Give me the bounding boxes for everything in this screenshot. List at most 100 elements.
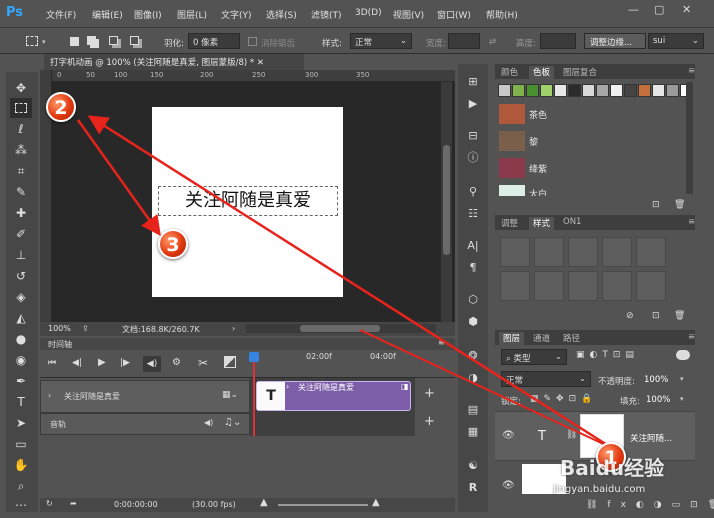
next-frame-icon[interactable]: |▶ (120, 358, 130, 368)
style-preset[interactable] (568, 237, 598, 267)
canvas-text-layer[interactable]: 关注阿随是真爱 (158, 186, 338, 216)
tab-adjustments[interactable]: 调整 (501, 217, 518, 229)
layer-comps-icon[interactable]: ▤ (462, 400, 484, 420)
marquee-preset-icon[interactable] (26, 36, 38, 46)
clip-chevron-icon[interactable]: › (286, 382, 289, 391)
feather-input[interactable]: 0 像素 (188, 33, 240, 49)
clear-style-icon[interactable]: ⊘ (626, 311, 634, 321)
visibility-eye-icon[interactable]: 👁 (502, 430, 515, 441)
brush-preset-icon[interactable]: ⚲ (462, 182, 484, 202)
actions-panel-icon[interactable]: ▶ (462, 94, 484, 114)
expand-chevron-icon[interactable]: › (48, 391, 51, 400)
timeline-audio-row[interactable] (40, 413, 250, 435)
swatch[interactable] (624, 84, 637, 97)
menu-layer[interactable]: 图层(L) (177, 8, 207, 21)
swatch[interactable] (666, 84, 679, 97)
workspace-select[interactable]: sui ⌄ (648, 33, 704, 49)
3d-panel-icon[interactable]: ⬡ (462, 290, 484, 310)
panel-menu-icon[interactable]: ≡ (688, 332, 695, 342)
trash-icon[interactable]: 🗑 (674, 200, 685, 210)
tab-paths[interactable]: 路径 (563, 332, 580, 344)
swatch[interactable] (540, 84, 553, 97)
eraser-tool-icon[interactable]: ◈ (10, 287, 32, 307)
trash-icon[interactable]: 🗑 (674, 311, 685, 321)
transition-icon[interactable] (224, 356, 236, 368)
close-window-icon[interactable]: ✕ (682, 3, 691, 16)
timeline-panel-icon[interactable]: ◑ (462, 368, 484, 388)
crop-tool-icon[interactable]: ⌗ (10, 161, 32, 181)
chevron-down-icon[interactable]: ▾ (42, 38, 46, 46)
export-icon[interactable]: ⇪ (82, 324, 89, 333)
rectangle-tool-icon[interactable]: ▭ (10, 434, 32, 454)
split-scissors-icon[interactable]: ✂ (198, 356, 208, 370)
plugin-r-icon[interactable]: R (462, 478, 484, 498)
swatch[interactable] (582, 84, 595, 97)
chevron-down-icon[interactable]: ▾ (680, 375, 684, 383)
prev-frame-icon[interactable]: ◀| (72, 358, 82, 368)
swatch[interactable] (652, 84, 665, 97)
layer-filter-select[interactable]: ⌕ 类型 ⌄ (501, 349, 567, 365)
lasso-tool-icon[interactable]: ℓ (10, 119, 32, 139)
panel-menu-icon[interactable]: ≡ (688, 66, 695, 76)
style-preset[interactable] (568, 271, 598, 301)
width-input[interactable] (448, 33, 480, 49)
pen-tool-icon[interactable]: ✒ (10, 371, 32, 391)
zoom-level[interactable]: 100% (48, 324, 71, 333)
new-selection-icon[interactable] (70, 37, 79, 46)
eyedropper-tool-icon[interactable]: ✎ (10, 182, 32, 202)
swatches-scrollbar[interactable] (686, 82, 693, 194)
swap-icon[interactable]: ⇄ (489, 37, 496, 47)
loop-icon[interactable]: ↻ (46, 499, 53, 508)
tab-styles[interactable]: 样式 (529, 217, 555, 230)
document-tab[interactable]: 打字机动画 @ 100% (关注阿随是真爱, 图层蒙版/8) * ✕ (44, 54, 304, 70)
antialias-checkbox[interactable] (248, 37, 257, 46)
dodge-tool-icon[interactable]: ◉ (10, 350, 32, 370)
clip-menu-icon[interactable]: ◨ (401, 382, 409, 391)
horizontal-scrollbar-thumb[interactable] (300, 325, 380, 332)
clone-source-icon[interactable]: ❂ (462, 346, 484, 366)
menu-select[interactable]: 选择(S) (266, 8, 297, 21)
scrollbar-thumb[interactable] (443, 145, 450, 255)
magic-wand-tool-icon[interactable]: ⁂ (10, 140, 32, 160)
minimize-icon[interactable]: — (628, 3, 639, 16)
swatch-row[interactable]: 茶色 (497, 103, 693, 125)
style-preset[interactable] (602, 271, 632, 301)
zoom-in-icon[interactable]: ▲ (372, 497, 380, 508)
timeline-zoom-slider[interactable] (278, 504, 368, 506)
add-audio-icon[interactable]: + (424, 414, 435, 429)
tab-swatches[interactable]: 色板 (529, 66, 555, 79)
tab-layers[interactable]: 图层 (499, 332, 525, 345)
panel-menu-icon[interactable]: ≡ (438, 338, 445, 347)
add-selection-icon[interactable] (87, 36, 96, 45)
opacity-value[interactable]: 100% (644, 375, 668, 385)
audio-toggle-icon[interactable]: ◀) (143, 356, 161, 372)
menu-window[interactable]: 窗口(W) (437, 8, 471, 21)
playhead-handle[interactable] (249, 352, 259, 362)
style-preset[interactable] (534, 237, 564, 267)
style-preset[interactable] (500, 271, 530, 301)
style-preset[interactable] (636, 271, 666, 301)
glyphs-panel-icon[interactable]: ☯ (462, 456, 484, 476)
layer-filter-icons[interactable]: ▣◐T⊡▤ (576, 350, 639, 360)
more-tools-icon[interactable]: ⋯ (10, 495, 32, 515)
swatch[interactable] (596, 84, 609, 97)
navigator-icon[interactable]: ▦ (462, 422, 484, 442)
new-swatch-icon[interactable]: ⊡ (652, 200, 660, 210)
style-select[interactable]: 正常 ⌄ (350, 33, 412, 49)
menu-filter[interactable]: 滤镜(T) (311, 8, 342, 21)
menu-file[interactable]: 文件(F) (46, 8, 76, 21)
mask-link-icon[interactable]: ⛓ (566, 430, 577, 440)
style-preset[interactable] (534, 271, 564, 301)
subtract-selection-icon[interactable] (109, 36, 118, 45)
menu-3d[interactable]: 3D(D) (355, 8, 382, 18)
blend-mode-select[interactable]: 正常 ⌄ (501, 371, 591, 387)
first-frame-icon[interactable]: ⏮ (48, 358, 56, 368)
history-brush-tool-icon[interactable]: ↺ (10, 266, 32, 286)
menu-view[interactable]: 视图(V) (393, 8, 424, 21)
new-style-icon[interactable]: ⊡ (652, 311, 660, 321)
swatch-row[interactable]: 黎 (497, 130, 693, 152)
swatch[interactable] (526, 84, 539, 97)
move-tool-icon[interactable]: ✥ (10, 78, 32, 98)
healing-brush-tool-icon[interactable]: ✚ (10, 203, 32, 223)
history-panel-icon[interactable]: ⊞ (462, 72, 484, 92)
